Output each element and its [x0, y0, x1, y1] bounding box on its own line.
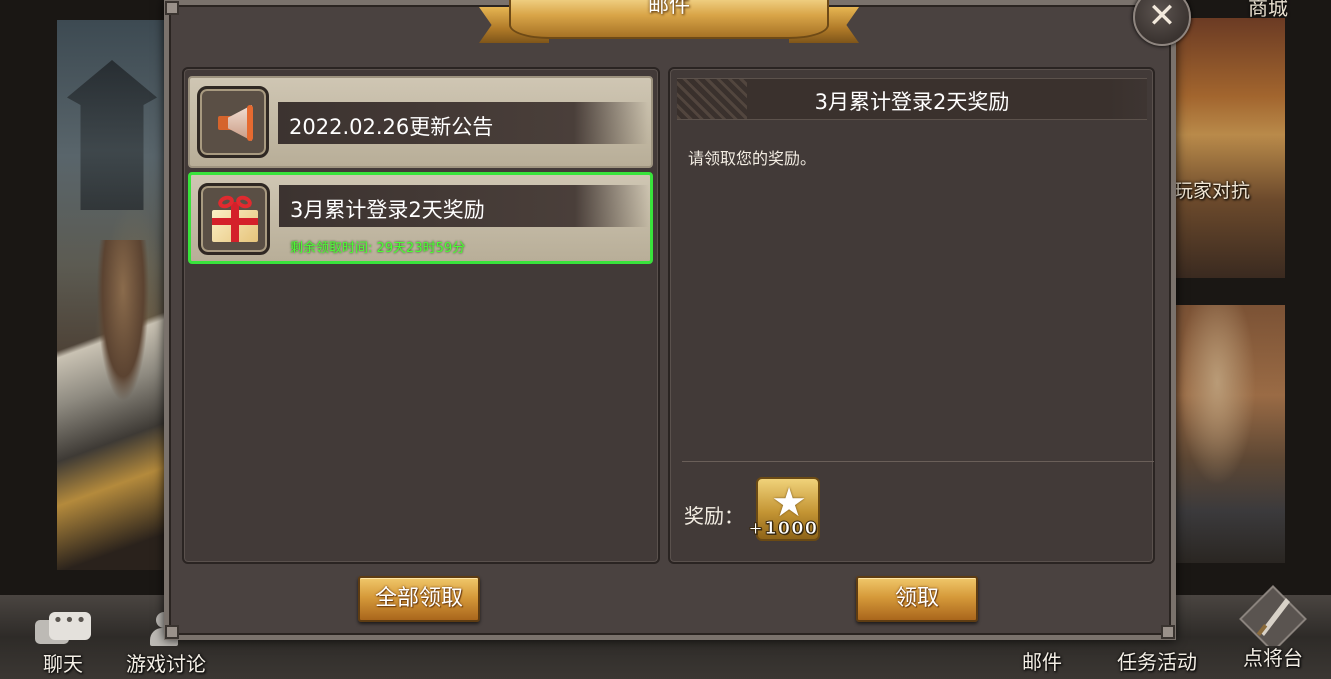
event-banner[interactable]	[1172, 305, 1285, 563]
mail-thumb	[197, 86, 269, 158]
background-warrior	[57, 240, 167, 570]
dialog-title: 邮件	[648, 0, 690, 17]
claim-button[interactable]: 领取	[856, 576, 978, 622]
nav-tasks[interactable]: 任务活动	[1104, 646, 1210, 675]
nav-mail[interactable]: 邮件	[1012, 646, 1072, 675]
divider	[682, 461, 1154, 462]
star-icon: ★	[771, 480, 807, 526]
nav-chat-label: 聊天	[43, 652, 83, 676]
mail-title: 2022.02.26更新公告	[289, 115, 494, 139]
reward-amount: +1000	[747, 518, 819, 540]
mail-remaining-time: 剩余领取时间: 29天23时59分	[290, 241, 466, 256]
pvp-label: 玩家对抗	[1174, 180, 1251, 202]
dialog-corner	[165, 1, 179, 15]
background-pagoda	[67, 60, 157, 210]
nav-discussion-label: 游戏讨论	[126, 652, 206, 676]
mail-item-login-reward[interactable]: 3月累计登录2天奖励 剩余领取时间: 29天23时59分	[188, 172, 653, 264]
nav-mail-label: 邮件	[1022, 650, 1062, 674]
dialog-corner	[165, 625, 179, 639]
dialog-corner	[1161, 625, 1175, 639]
reward-label: 奖励：	[684, 504, 744, 528]
megaphone-icon	[212, 103, 256, 143]
chat-icon: •••	[35, 612, 91, 648]
detail-title: 3月累计登录2天奖励	[814, 90, 1010, 114]
sword-icon	[1239, 585, 1307, 646]
shop-label[interactable]: 商城	[1248, 0, 1288, 21]
gift-box-icon	[210, 193, 260, 244]
nav-generals[interactable]: 点将台	[1228, 584, 1318, 671]
pvp-banner[interactable]: 玩家对抗	[1172, 18, 1285, 278]
close-x-icon: ✕	[1147, 0, 1177, 36]
mail-title: 3月累计登录2天奖励	[290, 198, 485, 222]
mail-thumb	[198, 183, 270, 255]
mail-item-announcement[interactable]: 2022.02.26更新公告	[188, 76, 653, 168]
background-scene-left	[57, 20, 167, 570]
detail-body: 请领取您的奖励。	[688, 149, 817, 168]
nav-tasks-label: 任务活动	[1117, 650, 1197, 674]
nav-generals-label: 点将台	[1243, 646, 1303, 670]
nav-chat[interactable]: ••• 聊天	[30, 600, 96, 677]
mail-detail-panel	[668, 67, 1155, 564]
title-banner: 邮件	[479, 0, 859, 53]
claim-all-button[interactable]: 全部领取	[358, 576, 480, 622]
